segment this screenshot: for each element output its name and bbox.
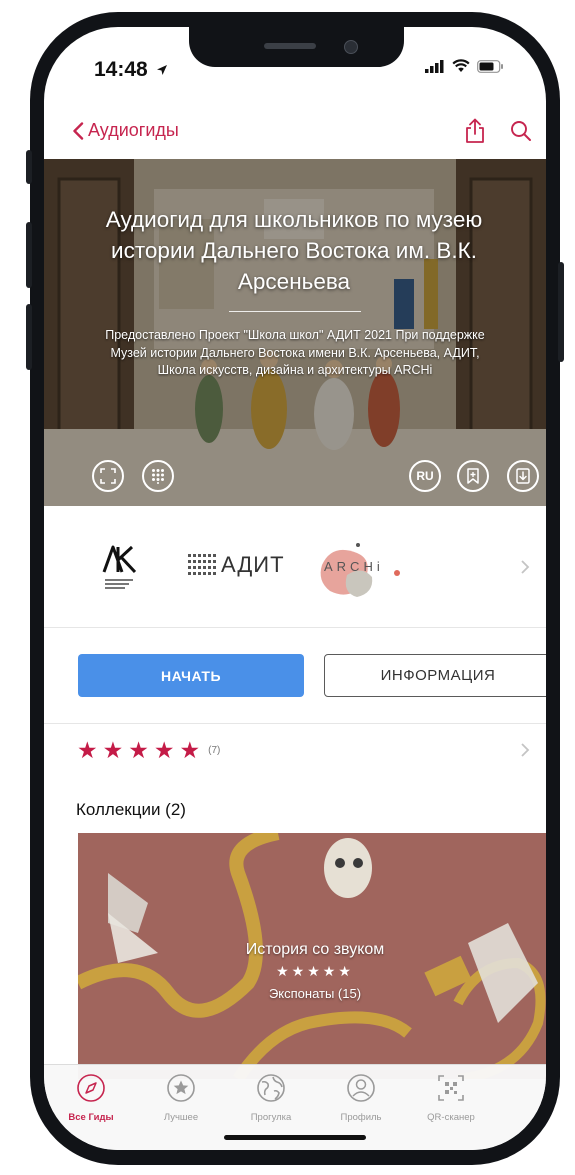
star-icon: ★ xyxy=(77,737,98,763)
language-label: RU xyxy=(416,469,434,483)
mute-switch xyxy=(26,150,32,184)
action-buttons: НАЧАТЬ ИНФОРМАЦИЯ xyxy=(44,627,546,724)
adit-logo: АДИТ xyxy=(188,552,285,578)
download-button[interactable] xyxy=(507,460,539,492)
tab-label: Лучшее xyxy=(163,1112,199,1123)
phone-frame: 14:48 Аудиогиды Аудиогид для школьников … xyxy=(26,12,564,1165)
compass-icon xyxy=(77,1074,105,1102)
speaker xyxy=(264,43,316,49)
adit-logo-text: АДИТ xyxy=(221,552,285,577)
info-button[interactable]: ИНФОРМАЦИЯ xyxy=(324,654,546,697)
collection-title: История со звуком xyxy=(245,941,385,958)
tab-walk[interactable]: Прогулка xyxy=(226,1073,316,1125)
home-indicator[interactable] xyxy=(224,1135,366,1140)
museum-logo xyxy=(102,545,137,589)
volume-up-button xyxy=(26,222,32,288)
tab-label: Прогулка xyxy=(250,1112,292,1123)
tab-qr-scanner[interactable]: QR-сканер xyxy=(406,1073,496,1125)
start-button[interactable]: НАЧАТЬ xyxy=(78,654,304,697)
chevron-left-icon xyxy=(73,121,84,140)
chevron-right-icon xyxy=(521,743,530,757)
archi-logo-text: ARCHi xyxy=(324,559,384,574)
rating-count: (7) xyxy=(208,744,221,756)
back-button[interactable]: Аудиогиды xyxy=(72,120,179,141)
notch xyxy=(189,27,404,67)
expand-icon xyxy=(100,468,116,484)
battery-icon xyxy=(477,59,503,73)
archi-logo: ARCHi xyxy=(312,535,412,605)
share-icon xyxy=(466,118,484,143)
collections-header: Коллекции (2) xyxy=(76,800,186,819)
star-icon: ★ xyxy=(128,737,149,763)
guide-title: Аудиогид для школьников по музею истории… xyxy=(105,207,483,294)
keypad-button[interactable] xyxy=(142,460,174,492)
collection-stars: ★★★★★ xyxy=(276,963,354,979)
star-circle-icon xyxy=(167,1074,195,1102)
person-icon xyxy=(347,1074,375,1102)
collection-subtitle: Экспонаты (15) xyxy=(268,986,362,1001)
keypad-icon xyxy=(152,469,164,484)
tab-label: QR-сканер xyxy=(427,1112,475,1123)
location-arrow-icon xyxy=(156,65,167,75)
tab-label: Профиль xyxy=(340,1112,382,1123)
cellular-signal-icon xyxy=(425,59,444,73)
front-camera xyxy=(344,40,358,54)
status-icons xyxy=(425,59,504,73)
download-icon xyxy=(516,468,530,484)
rating-stars: ★ ★ ★ ★ ★ (7) xyxy=(77,738,220,762)
bookmark-add-icon xyxy=(467,468,479,484)
star-icon: ★ xyxy=(102,737,124,763)
collection-card[interactable]: История со звуком ★★★★★ Экспонаты (15) xyxy=(78,833,546,1079)
fullscreen-button[interactable] xyxy=(92,460,124,492)
rating-row[interactable]: ★ ★ ★ ★ ★ (7) xyxy=(44,724,546,776)
wifi-icon xyxy=(452,59,470,72)
share-button[interactable] xyxy=(464,118,486,149)
tab-all-guides[interactable]: Все Гиды xyxy=(46,1073,136,1125)
bookmark-button[interactable] xyxy=(457,460,489,492)
globe-icon xyxy=(257,1074,285,1102)
title-divider xyxy=(229,311,361,312)
language-button[interactable]: RU xyxy=(409,460,441,492)
nav-bar: Аудиогиды xyxy=(44,112,546,156)
status-time: 14:48 xyxy=(94,58,168,82)
adit-dot-grid-icon xyxy=(188,554,216,575)
volume-down-button xyxy=(26,304,32,370)
qr-icon xyxy=(438,1075,464,1101)
search-button[interactable] xyxy=(510,120,532,147)
star-icon: ★ xyxy=(153,737,175,763)
guide-credits: Предоставлено Проект "Школа школ" АДИТ 2… xyxy=(105,328,485,377)
search-icon xyxy=(511,121,531,141)
star-icon: ★ xyxy=(179,737,201,763)
chevron-right-icon xyxy=(521,560,530,574)
tab-label: Все Гиды xyxy=(68,1112,114,1123)
hero-banner: Аудиогид для школьников по музею истории… xyxy=(44,159,546,506)
screen: 14:48 Аудиогиды Аудиогид для школьников … xyxy=(44,27,546,1150)
tab-profile[interactable]: Профиль xyxy=(316,1073,406,1125)
tab-best[interactable]: Лучшее xyxy=(136,1073,226,1125)
partners-row[interactable]: АДИТ ARCHi xyxy=(44,507,546,628)
power-button xyxy=(558,262,564,362)
back-label: Аудиогиды xyxy=(88,120,179,140)
